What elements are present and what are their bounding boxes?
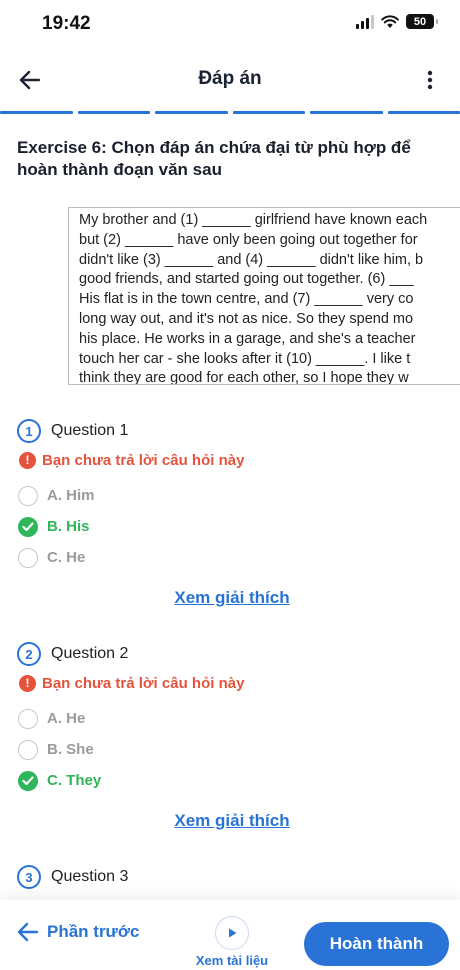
passage-line: His flat is in the town centre, and (7) … — [79, 291, 414, 308]
option-label: A. He — [47, 710, 86, 727]
previous-section-label: Phần trước — [47, 922, 140, 941]
radio-icon — [18, 708, 38, 729]
passage-line: long way out, and it's not as nice. So t… — [79, 310, 414, 327]
warning-text: Bạn chưa trả lời câu hỏi này — [42, 451, 245, 469]
passage-line: good friends, and started going out toge… — [79, 271, 414, 288]
option-a[interactable]: A. He — [17, 703, 447, 734]
check-circle-icon — [18, 516, 38, 537]
status-time: 19:42 — [42, 13, 91, 34]
view-documents-label: Xem tài liệu — [195, 953, 269, 968]
play-icon — [215, 916, 249, 950]
question-number-badge: 1 — [17, 419, 41, 443]
question-label: Question 3 — [51, 868, 129, 885]
bottom-action-bar: Phần trước Xem tài liệu Hoàn thành — [0, 900, 460, 970]
battery-icon: 50 — [406, 14, 438, 29]
page-title: Đáp án — [198, 68, 262, 89]
option-label: C. They — [47, 772, 102, 789]
signal-icon — [356, 14, 374, 29]
passage-line: his place. He works in a garage, and she… — [79, 330, 416, 347]
reading-passage: My brother and (1) ______ girlfriend hav… — [68, 207, 460, 385]
radio-icon — [18, 547, 38, 568]
exercise-title: Exercise 6: Chọn đáp án chứa đại từ phù … — [17, 138, 411, 179]
unanswered-warning: ! Bạn chưa trả lời câu hỏi này — [17, 671, 447, 695]
answer-options: A. Him B. His C. He — [17, 480, 447, 573]
question-label: Question 2 — [51, 645, 129, 662]
radio-icon — [18, 739, 38, 760]
view-explanation-link[interactable]: Xem giải thích — [174, 588, 289, 607]
question-label: Question 1 — [51, 422, 129, 439]
passage-line: but (2) ______ have only been going out … — [79, 231, 418, 248]
option-label: B. His — [47, 518, 90, 535]
passage-line: My brother and (1) ______ girlfriend hav… — [79, 212, 428, 228]
check-circle-icon — [18, 770, 38, 791]
option-label: C. He — [47, 549, 86, 566]
passage-line: think they are good for each other, so I… — [79, 370, 409, 385]
option-c[interactable]: C. He — [17, 542, 447, 573]
option-a[interactable]: A. Him — [17, 480, 447, 511]
alert-icon: ! — [19, 674, 36, 692]
option-b[interactable]: B. She — [17, 734, 447, 765]
view-explanation-link[interactable]: Xem giải thích — [174, 811, 289, 830]
option-label: B. She — [47, 741, 94, 758]
question-3: 3 Question 3 — [17, 864, 447, 890]
header: Đáp án — [0, 54, 460, 104]
previous-section-button[interactable]: Phần trước — [17, 922, 139, 942]
passage-line: touch her car - she looks after it (10) … — [79, 350, 411, 367]
question-1: 1 Question 1 ! Bạn chưa trả lời câu hỏi … — [17, 418, 447, 608]
option-b[interactable]: B. His — [17, 511, 447, 542]
finish-button[interactable]: Hoàn thành — [304, 922, 449, 966]
progress-segments — [0, 111, 460, 114]
option-label: A. Him — [47, 487, 95, 504]
more-vertical-icon — [427, 70, 433, 90]
status-bar: 19:42 50 — [0, 0, 460, 48]
radio-icon — [18, 485, 38, 506]
wifi-icon — [381, 14, 399, 28]
warning-text: Bạn chưa trả lời câu hỏi này — [42, 674, 245, 692]
answer-options: A. He B. She C. They — [17, 703, 447, 796]
view-documents-button[interactable]: Xem tài liệu — [192, 916, 272, 968]
option-c[interactable]: C. They — [17, 765, 447, 796]
more-menu-button[interactable] — [414, 64, 446, 96]
question-2: 2 Question 2 ! Bạn chưa trả lời câu hỏi … — [17, 641, 447, 831]
question-number-badge: 3 — [17, 865, 41, 889]
status-icons: 50 — [356, 14, 438, 29]
question-number-badge: 2 — [17, 642, 41, 666]
alert-icon: ! — [19, 451, 36, 469]
arrow-left-icon — [17, 922, 39, 942]
passage-line: didn't like (3) ______ and (4) ______ di… — [79, 251, 424, 268]
unanswered-warning: ! Bạn chưa trả lời câu hỏi này — [17, 448, 447, 472]
